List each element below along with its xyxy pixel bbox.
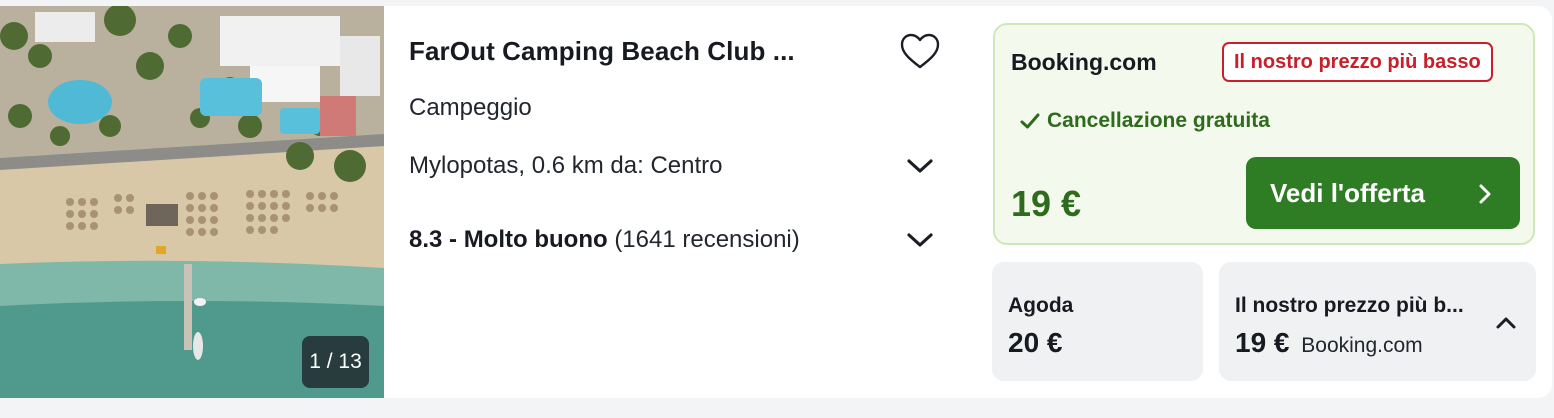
location-text: Mylopotas, 0.6 km da: Centro [409, 152, 723, 179]
chevron-up-icon [1496, 317, 1516, 329]
alt-deal-agoda[interactable]: Agoda 20 € [992, 262, 1203, 381]
view-deal-button[interactable]: Vedi l'offerta [1246, 157, 1520, 229]
alt-deal-price-row: 19 € Booking.com [1235, 327, 1423, 359]
alt-deal-source: Booking.com [1301, 334, 1423, 357]
chevron-down-icon [907, 159, 933, 173]
lowest-price-badge: Il nostro prezzo più basso [1222, 42, 1493, 82]
photo-counter: 1 / 13 [302, 336, 369, 388]
location-expand-button[interactable] [905, 156, 935, 176]
alt-deal-price: 20 € [1008, 327, 1063, 358]
favorite-button[interactable] [898, 30, 942, 74]
free-cancellation: Cancellazione gratuita [1019, 109, 1270, 133]
hotel-result-card: 1 / 13 FarOut Camping Beach Club ... Cam… [0, 6, 1552, 398]
hotel-photo[interactable]: 1 / 13 [0, 6, 384, 398]
best-deal-panel[interactable]: Booking.com Il nostro prezzo più basso C… [993, 23, 1535, 245]
chevron-down-icon [907, 233, 933, 247]
deal-provider: Booking.com [1011, 49, 1157, 75]
heart-icon [900, 33, 940, 69]
check-icon [1020, 113, 1040, 129]
alt-deal-lowest-price[interactable]: Il nostro prezzo più b... 19 € Booking.c… [1219, 262, 1536, 381]
rating: 8.3 - Molto buono (1641 recensioni) [409, 226, 800, 254]
hotel-title[interactable]: FarOut Camping Beach Club ... [409, 36, 795, 67]
alt-deal-provider: Agoda [1008, 294, 1074, 317]
view-deal-label: Vedi l'offerta [1270, 178, 1425, 208]
deal-price: 19 € [1011, 183, 1082, 224]
chevron-right-icon [1479, 184, 1491, 204]
free-cancellation-label: Cancellazione gratuita [1047, 109, 1270, 132]
alt-deal-price: 19 € [1235, 327, 1290, 358]
alt-deal-provider: Il nostro prezzo più b... [1235, 294, 1464, 317]
accommodation-type: Campeggio [409, 94, 532, 121]
alt-deals-collapse-button[interactable] [1494, 315, 1518, 336]
rating-score: 8.3 - Molto buono [409, 226, 608, 253]
rating-expand-button[interactable] [905, 230, 935, 250]
rating-reviews: (1641 recensioni) [614, 226, 800, 253]
